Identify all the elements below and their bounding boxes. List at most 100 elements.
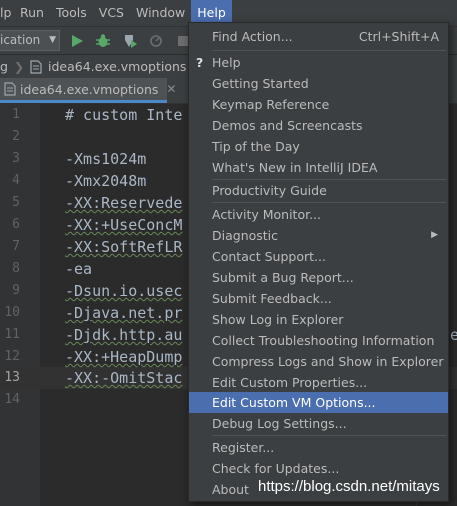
breadcrumb-file[interactable]: idea64.exe.vmoptions: [48, 59, 186, 74]
menu-window-label: Window: [135, 5, 186, 20]
menu-item-tip[interactable]: Tip of the Day: [189, 136, 448, 157]
menu-item-label: Productivity Guide: [212, 183, 327, 198]
menu-item-compress-logs[interactable]: Compress Logs and Show in Explorer: [189, 351, 448, 372]
breadcrumb-separator-icon: ❯: [13, 59, 24, 74]
code-line-current: -XX:-OmitStac: [65, 369, 183, 387]
menu-item-label: Contact Support...: [212, 249, 326, 264]
menu-item-register[interactable]: Register...: [189, 437, 448, 458]
run-config-label: ication: [0, 33, 41, 47]
menu-item-label: Register...: [212, 440, 275, 455]
line-number: 2: [12, 129, 20, 144]
breadcrumb-parent[interactable]: g: [0, 59, 8, 74]
line-number: 9: [12, 283, 20, 298]
menu-item-label: Collect Troubleshooting Information: [212, 333, 435, 348]
menu-run[interactable]: Run: [14, 0, 50, 26]
menu-item-feedback[interactable]: Submit Feedback...: [189, 288, 448, 309]
line-number: 1: [12, 107, 20, 122]
menu-item-help[interactable]: ? Help: [189, 52, 448, 73]
menu-item-label: Help: [212, 55, 241, 70]
chevron-down-icon: ▼: [49, 35, 56, 45]
line-number: 6: [12, 217, 20, 232]
line-number: 10: [4, 305, 20, 320]
help-icon: ?: [196, 55, 204, 70]
code-line: -Xmx2048m: [65, 172, 147, 190]
menu-item-find-action[interactable]: Find Action... Ctrl+Shift+A: [189, 26, 448, 47]
menu-item-label: Show Log in Explorer: [212, 312, 344, 327]
code-overflow-char: e: [450, 326, 457, 344]
tab-label: idea64.exe.vmoptions: [20, 81, 159, 97]
line-number: 7: [12, 239, 20, 254]
help-menu-dropdown: Find Action... Ctrl+Shift+A ? Help Getti…: [188, 22, 449, 502]
code-line: -Djava.net.pr: [65, 304, 183, 322]
code-line: -XX:+UseConcM: [65, 216, 183, 234]
code-line: -XX:SoftRefLR: [65, 238, 183, 256]
menu-item-activity-monitor[interactable]: Activity Monitor...: [189, 204, 448, 225]
menu-tools-label: Tools: [55, 5, 87, 20]
menu-run-label: Run: [20, 5, 44, 20]
file-icon: [30, 59, 44, 74]
menu-separator: [212, 435, 446, 436]
menu-item-label: Debug Log Settings...: [212, 416, 347, 431]
menu-item-label: Activity Monitor...: [212, 207, 322, 222]
line-number: 4: [12, 173, 20, 188]
menu-help-label: Help: [197, 5, 226, 20]
menu-window[interactable]: Window: [130, 0, 191, 26]
menu-item-bug-report[interactable]: Submit a Bug Report...: [189, 267, 448, 288]
line-number-gutter: 1 2 3 4 5 6 7 8 9 10 11 12 13 14: [0, 104, 40, 506]
file-icon: [4, 82, 16, 96]
menu-item-label: Keymap Reference: [212, 97, 330, 112]
debug-icon[interactable]: [94, 32, 112, 50]
menu-item-label: Diagnostic: [212, 228, 279, 243]
menu-separator: [212, 50, 446, 51]
menu-vcs[interactable]: VCS: [93, 0, 130, 26]
code-line: -Djdk.http.au: [65, 326, 183, 344]
menu-item-label: Submit a Bug Report...: [212, 270, 354, 285]
menu-item-check-updates[interactable]: Check for Updates...: [189, 458, 448, 479]
code-line: -XX:Reservede: [65, 194, 183, 212]
submenu-arrow-icon: ▶: [431, 230, 438, 240]
code-line: -Dsun.io.usec: [65, 282, 183, 300]
menu-item-edit-custom-properties[interactable]: Edit Custom Properties...: [189, 372, 448, 393]
run-config-select[interactable]: ication ▼: [0, 30, 60, 51]
code-line: -XX:+HeapDump: [65, 348, 183, 366]
menu-item-label: Find Action...: [212, 29, 293, 44]
menu-item-label: Tip of the Day: [212, 139, 300, 154]
menu-item-label: Compress Logs and Show in Explorer: [212, 354, 444, 369]
menu-item-whats-new[interactable]: What's New in IntelliJ IDEA: [189, 157, 448, 178]
menu-item-debug-log[interactable]: Debug Log Settings...: [189, 413, 448, 434]
menu-item-keymap[interactable]: Keymap Reference: [189, 94, 448, 115]
menu-item-label: Demos and Screencasts: [212, 118, 363, 133]
close-icon[interactable]: ✕: [166, 82, 176, 96]
watermark-text: https://blog.csdn.net/mitays: [258, 478, 440, 495]
line-number: 8: [12, 261, 20, 276]
coverage-icon[interactable]: [121, 32, 139, 50]
menu-item-getting-started[interactable]: Getting Started: [189, 73, 448, 94]
code-line: -Xms1024m: [65, 150, 147, 168]
menu-tools[interactable]: Tools: [50, 0, 93, 26]
code-line: -ea: [65, 260, 93, 278]
line-number: 3: [12, 151, 20, 166]
profile-icon[interactable]: [148, 32, 166, 50]
menu-item-label: Check for Updates...: [212, 461, 340, 476]
menu-item-label: About: [212, 482, 249, 497]
menu-item-label: Submit Feedback...: [212, 291, 332, 306]
tab-vmoptions[interactable]: idea64.exe.vmoptions ✕: [0, 78, 176, 103]
line-number: 5: [12, 195, 20, 210]
menu-item-show-log[interactable]: Show Log in Explorer: [189, 309, 448, 330]
menu-item-productivity[interactable]: Productivity Guide: [189, 180, 448, 201]
menu-vcs-label: VCS: [98, 5, 124, 20]
menu-item-label: Edit Custom Properties...: [212, 375, 368, 390]
code-line: # custom Inte: [65, 106, 183, 124]
menu-item-demos[interactable]: Demos and Screencasts: [189, 115, 448, 136]
menu-item-diagnostic[interactable]: Diagnostic ▶: [189, 225, 448, 246]
line-number: 14: [4, 392, 20, 407]
line-number: 11: [4, 327, 20, 342]
menu-item-edit-vm-options[interactable]: Edit Custom VM Options...: [189, 392, 448, 413]
run-icon[interactable]: [68, 32, 86, 50]
menu-partial[interactable]: lp: [0, 0, 14, 26]
menu-item-collect-troubleshooting[interactable]: Collect Troubleshooting Information: [189, 330, 448, 351]
menu-item-label: Getting Started: [212, 76, 309, 91]
menu-item-contact-support[interactable]: Contact Support...: [189, 246, 448, 267]
menu-item-label: Edit Custom VM Options...: [212, 395, 376, 410]
line-number: 12: [4, 349, 20, 364]
